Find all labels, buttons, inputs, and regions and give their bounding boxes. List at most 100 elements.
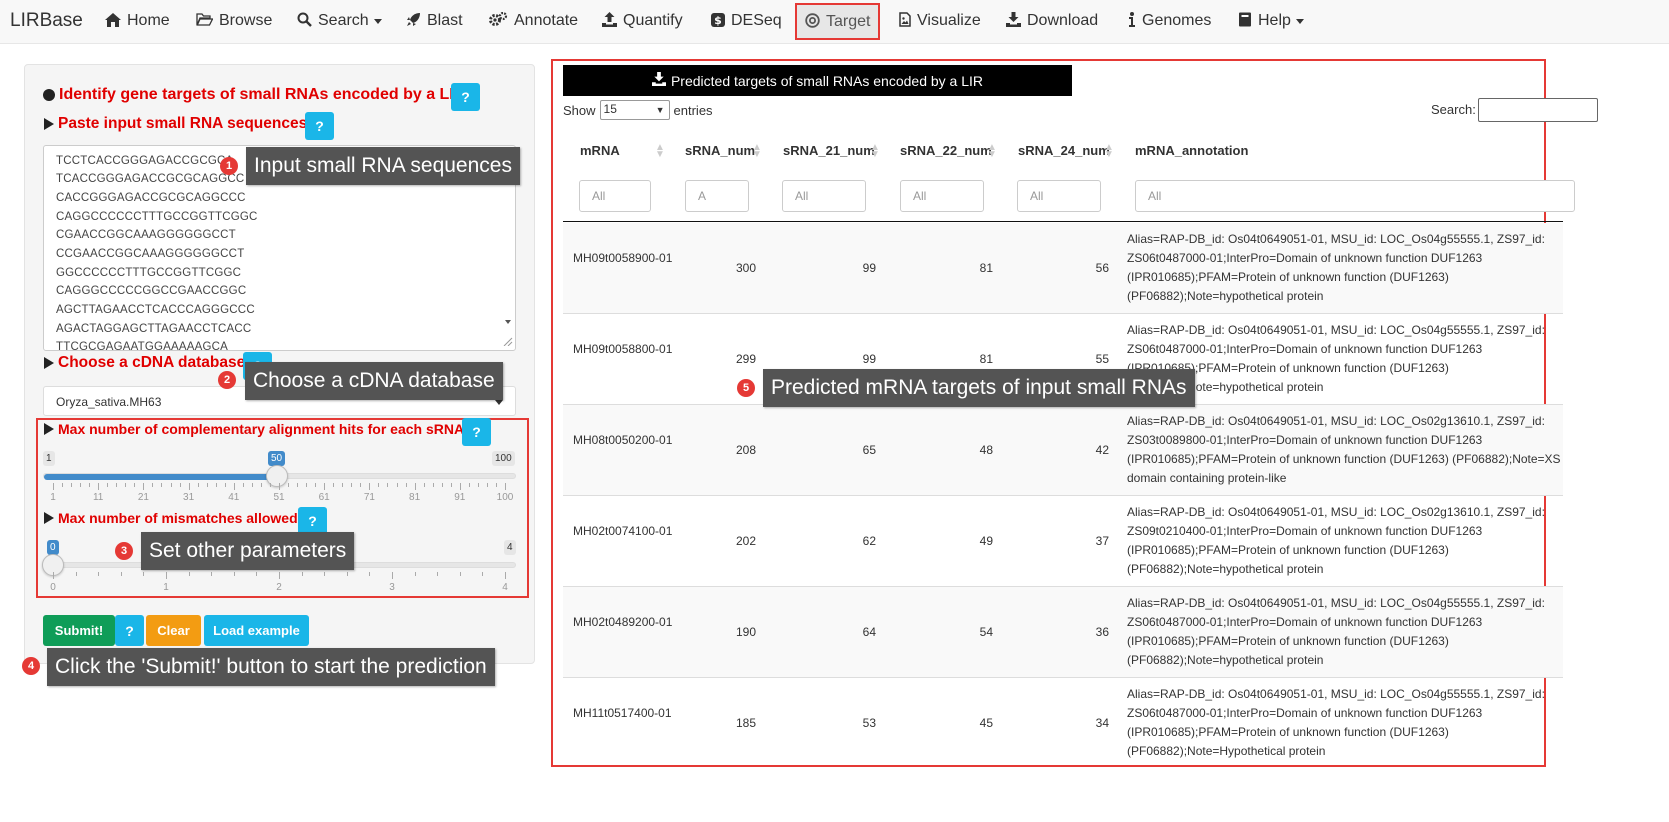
- nav-quantify[interactable]: Quantify: [602, 0, 683, 42]
- nav-annotate[interactable]: Annotate: [488, 0, 578, 42]
- mismatch-slider-max: 4: [504, 540, 516, 555]
- upload-icon: [602, 12, 617, 30]
- max-hits-label: Max number of complementary alignment hi…: [44, 421, 464, 437]
- slider-minor-tick: [120, 572, 122, 576]
- cdna-db-label: Choose a cDNA database: [44, 354, 245, 372]
- sort-icon[interactable]: ▲ ▼: [987, 143, 997, 160]
- cell-srna-24-num: 56: [1095, 261, 1109, 275]
- callout-number-3: 3: [115, 542, 133, 560]
- nav-blast-label: Blast: [427, 12, 463, 29]
- slider-minor-tick: [301, 572, 303, 576]
- slider-minor-tick: [486, 483, 488, 487]
- paste-help-button[interactable]: ?: [305, 112, 334, 140]
- slider-minor-tick: [256, 572, 258, 576]
- slider-tick-label: 4: [502, 582, 508, 593]
- home-icon: [105, 12, 121, 30]
- table-row[interactable]: MH02t0489200-01 190 64 54 36 Alias=RAP-D…: [563, 587, 1563, 678]
- table-row[interactable]: MH11t0517400-01 185 53 45 34 Alias=RAP-D…: [563, 678, 1563, 769]
- cell-srna-22-num: 49: [979, 534, 993, 548]
- download-results-button[interactable]: Predicted targets of small RNAs encoded …: [563, 65, 1072, 96]
- sort-icon[interactable]: ▲ ▼: [655, 143, 665, 160]
- sort-icon[interactable]: ▲ ▼: [870, 143, 880, 160]
- nav-home[interactable]: Home: [105, 0, 170, 42]
- nav-search-dropdown[interactable]: Search: [297, 0, 382, 42]
- folder-open-icon: [196, 13, 214, 29]
- col-header-srna-21-num[interactable]: sRNA_21_num: [783, 143, 875, 158]
- callout-number-1: 1: [220, 157, 238, 175]
- nav-deseq[interactable]: $ DESeq: [711, 0, 782, 42]
- hits-help-button[interactable]: ?: [462, 418, 491, 446]
- nav-target[interactable]: Target: [795, 3, 881, 40]
- table-row[interactable]: MH02t0074100-01 202 62 49 37 Alias=RAP-D…: [563, 496, 1563, 587]
- callout-number-5: 5: [737, 379, 755, 397]
- nav-help-dropdown[interactable]: Help: [1238, 0, 1304, 42]
- nav-visualize[interactable]: Visualize: [899, 0, 981, 42]
- slider-minor-tick: [369, 572, 371, 576]
- cell-srna-21-num: 64: [862, 625, 876, 639]
- filter-srna-num[interactable]: A: [685, 180, 749, 212]
- page-length-select[interactable]: 15 ▼: [599, 100, 670, 120]
- filter-srna-24-num[interactable]: All: [1017, 180, 1101, 212]
- chevron-down-icon: [495, 400, 503, 405]
- title-help-button[interactable]: ?: [451, 83, 480, 111]
- sequence-line: CAGGCCCCCCTTTGCCGGTTCGGC: [56, 211, 258, 223]
- filter-srna-22-num[interactable]: All: [900, 180, 984, 212]
- table-search-label: Search:: [1431, 102, 1476, 117]
- submit-help-button[interactable]: ?: [115, 615, 144, 646]
- cell-srna-24-num: 55: [1095, 352, 1109, 366]
- cell-srna-22-num: 81: [979, 261, 993, 275]
- slider-tick-label: 41: [228, 492, 240, 503]
- page-length-control: Show 15 ▼ entries: [563, 100, 713, 120]
- submit-button[interactable]: Submit!: [43, 615, 115, 646]
- col-header-mrna-annotation[interactable]: mRNA_annotation: [1135, 143, 1248, 158]
- nav-annotate-label: Annotate: [514, 12, 579, 29]
- slider-tick: [166, 572, 167, 579]
- col-header-srna-num[interactable]: sRNA_num: [685, 143, 755, 158]
- col-header-srna-22-num[interactable]: sRNA_22_num: [900, 143, 992, 158]
- sequence-line: AGCTTAGAACCTCACCCAGGGCCC: [56, 304, 255, 316]
- slider-minor-tick: [251, 483, 253, 487]
- filter-srna-21-num[interactable]: All: [782, 180, 866, 212]
- caret-right-icon: [44, 423, 54, 435]
- mismatch-help-button[interactable]: ?: [298, 507, 327, 535]
- slider-minor-tick: [360, 483, 362, 487]
- slider-minor-tick: [482, 572, 484, 576]
- hits-slider-max: 100: [492, 451, 515, 466]
- caret-right-icon: [44, 512, 54, 524]
- load-example-button[interactable]: Load example: [204, 615, 309, 646]
- cell-annotation: Alias=RAP-DB_id: Os04t0649051-01, MSU_id…: [1127, 687, 1545, 758]
- nav-blast[interactable]: Blast: [406, 0, 463, 42]
- nav-search-label: Search: [318, 12, 369, 29]
- sort-icon[interactable]: ▲ ▼: [1104, 143, 1114, 160]
- cell-srna-22-num: 45: [979, 716, 993, 730]
- slider-minor-tick: [134, 483, 136, 487]
- slider-minor-tick: [468, 483, 470, 487]
- nav-download-label: Download: [1027, 12, 1099, 29]
- slider-minor-tick: [215, 483, 217, 487]
- nav-genomes[interactable]: Genomes: [1128, 0, 1211, 42]
- show-label: Show: [563, 102, 596, 118]
- slider-tick: [53, 572, 54, 579]
- nav-browse-label: Browse: [219, 12, 273, 29]
- slider-minor-tick: [495, 483, 497, 487]
- slider-tick: [459, 483, 461, 490]
- table-row[interactable]: MH08t0050200-01 208 65 48 42 Alias=RAP-D…: [563, 405, 1563, 496]
- nav-quantify-label: Quantify: [623, 12, 683, 29]
- brand-logo[interactable]: LIRBase: [10, 10, 83, 32]
- nav-browse[interactable]: Browse: [196, 0, 272, 42]
- col-header-mrna[interactable]: mRNA: [580, 143, 620, 158]
- table-row[interactable]: MH09t0058900-01 300 99 81 56 Alias=RAP-D…: [563, 223, 1563, 314]
- table-search-input[interactable]: [1478, 98, 1598, 122]
- slider-minor-tick: [242, 483, 244, 487]
- col-header-srna-24-num[interactable]: sRNA_24_num: [1018, 143, 1110, 158]
- slider-minor-tick: [423, 483, 425, 487]
- download-icon: [1006, 12, 1021, 30]
- sort-icon[interactable]: ▲ ▼: [752, 143, 762, 160]
- filter-mrna[interactable]: All: [579, 180, 651, 212]
- rocket-icon: [406, 12, 421, 30]
- nav-help-label: Help: [1258, 12, 1291, 29]
- nav-download[interactable]: Download: [1006, 0, 1098, 42]
- filter-mrna-annotation[interactable]: All: [1135, 180, 1575, 212]
- callout-parameters: Set other parameters: [141, 532, 355, 570]
- clear-button[interactable]: Clear: [146, 615, 201, 646]
